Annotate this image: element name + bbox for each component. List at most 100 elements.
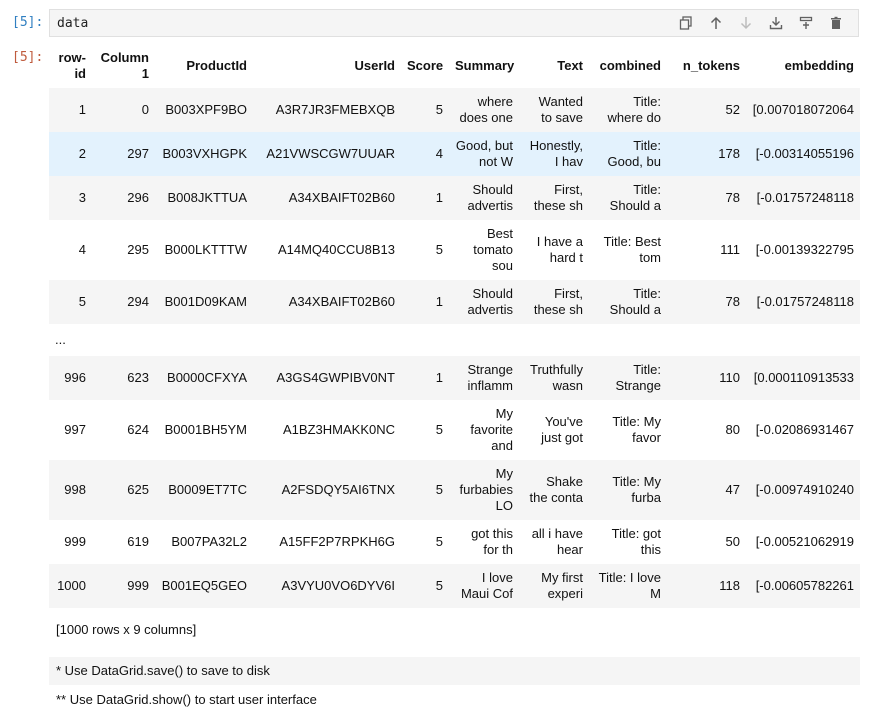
table-cell: 118 — [719, 578, 740, 593]
header-row: row-id Column 1 ProductId UserId Score Summar… — [49, 44, 860, 88]
table-cell: B003XPF9BO — [165, 102, 247, 117]
insert-above-icon — [799, 16, 813, 29]
table-cell: 78 — [725, 190, 740, 205]
move-up-icon — [710, 16, 722, 29]
move-down-icon — [740, 17, 752, 30]
insert-below-button[interactable] — [762, 13, 790, 33]
table-cell: 1 — [435, 370, 443, 385]
table-cell: 619 — [127, 534, 149, 549]
table-cell: 5 — [435, 102, 443, 117]
code-text[interactable]: data — [57, 16, 88, 31]
table-cell: Good, but not W — [455, 138, 513, 169]
table-cell: 78 — [725, 294, 740, 309]
table-cell: A34XBAIFT02B60 — [288, 190, 395, 205]
table-cell: Title: My favor — [612, 414, 661, 445]
output-dataframe: row-id Column 1 ProductId UserId Score Summar… — [49, 44, 860, 608]
table-cell: 3 — [78, 190, 86, 205]
table-cell: 999 — [127, 578, 149, 593]
table-cell: B008JKTTUA — [167, 190, 247, 205]
table-cell: all i have hear — [531, 526, 583, 557]
table-cell: [-0.02086931467 — [755, 422, 854, 437]
ellipsis-cell: ... — [55, 332, 66, 347]
table-cell: 47 — [725, 482, 740, 497]
table-cell: 295 — [127, 242, 149, 257]
table-cell: You've just got — [541, 414, 583, 445]
table-cell: 4 — [435, 146, 443, 161]
table-cell: [0.007018072064 — [752, 102, 854, 117]
move-down-button[interactable] — [732, 13, 760, 33]
table-cell: Wanted to save — [538, 94, 583, 125]
table-cell: B0009ET7TC — [168, 482, 247, 497]
delete-cell-button[interactable] — [822, 13, 850, 33]
table-cell: 997 — [64, 422, 86, 437]
table-cell: 296 — [127, 190, 149, 205]
delete-icon — [831, 16, 841, 29]
table-cell: Strange inflamm — [467, 362, 513, 393]
insert-above-button[interactable] — [792, 13, 820, 33]
column-header: Summary — [455, 58, 515, 73]
table-cell: My favorite and — [470, 406, 513, 453]
table-row[interactable]: 999 619 B007PA32L2 A15FF2P7RPKH6G 5 got this … — [49, 520, 860, 564]
table-row[interactable]: 996 623 B0000CFXYA A3GS4GWPIBV0NT 1 Strange i… — [49, 356, 860, 400]
table-cell: Title: Strange — [615, 362, 661, 393]
table-cell: My furbabies LO — [459, 466, 513, 513]
column-header: ProductId — [186, 58, 247, 73]
table-cell: Best tomato sou — [473, 226, 513, 273]
table-cell: Title: got this — [611, 526, 661, 557]
move-up-button[interactable] — [702, 13, 730, 33]
table-cell: A15FF2P7RPKH6G — [279, 534, 395, 549]
table-cell: 294 — [127, 294, 149, 309]
table-row[interactable]: 5 294 B001D09KAM A34XBAIFT02B60 1 Should adve… — [49, 280, 860, 324]
table-cell: 178 — [718, 146, 740, 161]
table-cell: 0 — [141, 102, 149, 117]
table-cell: 999 — [64, 534, 86, 549]
table-cell: [-0.01757248118 — [756, 190, 854, 205]
table-cell: 623 — [127, 370, 149, 385]
table-cell: 2 — [78, 146, 86, 161]
table-shape-caption: [1000 rows x 9 columns] — [56, 622, 197, 637]
column-header: Column 1 — [100, 50, 149, 81]
table-cell: B0001BH5YM — [164, 422, 247, 437]
table-cell: A3VYU0VO6DYV6I — [281, 578, 395, 593]
table-cell: 110 — [719, 370, 740, 385]
datagrid-save-note: * Use DataGrid.save() to save to disk — [49, 657, 860, 685]
table-cell: where does one — [459, 94, 514, 125]
table-cell: Title: Good, bu — [607, 138, 662, 169]
input-prompt: [5]: — [12, 15, 44, 30]
table-row[interactable]: 4 295 B000LKTTTW A14MQ40CCU8B13 5 Best tomato… — [49, 220, 860, 280]
table-cell: 4 — [78, 242, 86, 257]
table-cell: 624 — [127, 422, 149, 437]
table-row[interactable]: ... — [49, 324, 860, 356]
dataframe-table: row-id Column 1 ProductId UserId Score Summar… — [49, 44, 860, 608]
table-cell: B000LKTTTW — [164, 242, 247, 257]
table-cell: [-0.01757248118 — [756, 294, 854, 309]
code-cell-input[interactable]: data — [49, 9, 859, 37]
column-header: UserId — [354, 58, 395, 73]
table-cell: 5 — [435, 422, 443, 437]
table-cell: A14MQ40CCU8B13 — [277, 242, 395, 257]
table-cell: B001EQ5GEO — [161, 578, 247, 593]
datagrid-show-note: ** Use DataGrid.show() to start user int… — [56, 692, 317, 707]
table-row[interactable]: 3 296 B008JKTTUA A34XBAIFT02B60 1 Should adve… — [49, 176, 860, 220]
table-cell: 1 — [78, 102, 86, 117]
table-cell: Should advertis — [467, 182, 513, 213]
table-cell: 5 — [435, 242, 443, 257]
table-row[interactable]: 1000 999 B001EQ5GEO A3VYU0VO6DYV6I 5 I love M… — [49, 564, 860, 608]
duplicate-cell-button[interactable] — [672, 13, 700, 33]
table-row[interactable]: 1 0 B003XPF9BO A3R7JR3FMEBXQB 5 where does on… — [49, 88, 860, 132]
table-cell: 996 — [64, 370, 86, 385]
table-cell: Title: My furba — [612, 474, 661, 505]
table-cell: Shake the conta — [529, 474, 584, 505]
table-cell: A1BZ3HMAKK0NC — [283, 422, 395, 437]
table-row[interactable]: 998 625 B0009ET7TC A2FSDQY5AI6TNX 5 My furbab… — [49, 460, 860, 520]
table-row[interactable]: 997 624 B0001BH5YM A1BZ3HMAKK0NC 5 My favorit… — [49, 400, 860, 460]
column-header: combined — [599, 58, 661, 73]
table-cell: 80 — [725, 422, 740, 437]
table-row[interactable]: 2 297 B003VXHGPK A21VWSCGW7UUAR 4 Good, but n… — [49, 132, 860, 176]
table-cell: 50 — [725, 534, 740, 549]
column-header: n_tokens — [682, 58, 740, 73]
table-cell: B0000CFXYA — [167, 370, 247, 385]
table-cell: 5 — [435, 482, 443, 497]
output-prompt: [5]: — [12, 50, 44, 65]
column-header: Text — [557, 58, 583, 73]
